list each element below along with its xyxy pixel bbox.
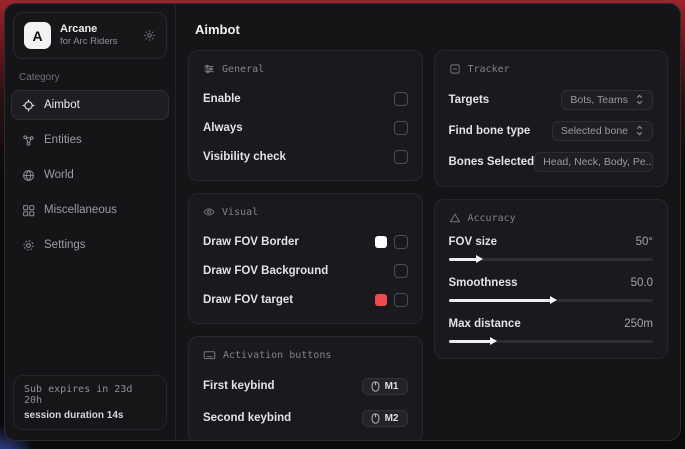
fov-target-color-swatch[interactable] [375, 294, 387, 306]
smoothness-value: 50.0 [631, 277, 653, 289]
sidebar-item-settings[interactable]: Settings [11, 230, 169, 260]
sidebar-item-entities[interactable]: Entities [11, 125, 169, 155]
globe-icon [22, 169, 35, 182]
slider-thumb[interactable] [476, 255, 483, 263]
triangle-icon [449, 212, 461, 224]
sidebar-nav: Aimbot Entities World [5, 90, 175, 260]
entities-icon [22, 134, 35, 147]
tracker-icon [449, 63, 461, 75]
keybind-row: First keybind M1 [203, 373, 408, 399]
dropdown-row: Bones Selected Head, Neck, Body, Pe.. [449, 149, 654, 174]
smoothness-slider[interactable] [449, 296, 654, 305]
brand-card: A Arcane for Arc Riders [13, 12, 167, 59]
second-keybind-button[interactable]: M2 [362, 410, 408, 427]
category-label: Category [19, 72, 161, 83]
card-title: Visual [222, 207, 258, 218]
sort-chevrons-icon [635, 125, 644, 136]
card-title: General [222, 64, 264, 75]
mouse-icon [371, 381, 380, 392]
grid-icon [22, 204, 35, 217]
card-title: Tracker [468, 64, 510, 75]
keyboard-icon [203, 349, 216, 361]
bones-selected-dropdown[interactable]: Head, Neck, Body, Pe.. [534, 152, 653, 172]
activation-card: Activation buttons First keybind M1 [188, 336, 423, 440]
general-card: General Enable Always Visibility check [188, 50, 423, 181]
app-window: A Arcane for Arc Riders Category [4, 3, 681, 441]
sidebar-item-label: Miscellaneous [44, 204, 117, 216]
visual-card: Visual Draw FOV Border Draw FOV Backgrou… [188, 193, 423, 324]
targets-dropdown[interactable]: Bots, Teams [561, 90, 653, 110]
dropdown-row: Find bone type Selected bone [449, 118, 654, 143]
find-bone-type-dropdown[interactable]: Selected bone [552, 121, 653, 141]
app-subtitle: for Arc Riders [60, 36, 134, 48]
setting-row: Enable [203, 87, 408, 110]
crosshair-icon [22, 99, 35, 112]
enable-checkbox[interactable] [394, 92, 408, 106]
sidebar-item-label: Aimbot [44, 99, 80, 111]
max-distance-slider[interactable] [449, 337, 654, 346]
sliders-icon [203, 63, 215, 75]
sub-expires-text: Sub expires in 23d 20h [24, 384, 156, 406]
card-title: Accuracy [468, 213, 516, 224]
sort-chevrons-icon [635, 94, 644, 105]
setting-row: Draw FOV Background [203, 259, 408, 282]
sidebar-item-label: World [44, 169, 74, 181]
slider-row: FOV size 50° [449, 236, 654, 264]
page-title: Aimbot [195, 22, 668, 37]
app-name: Arcane [60, 23, 134, 37]
keybind-row: Second keybind M2 [203, 405, 408, 431]
main-panel: Aimbot General [176, 4, 680, 440]
subscription-card: Sub expires in 23d 20h session duration … [13, 375, 167, 430]
fov-border-checkbox[interactable] [394, 235, 408, 249]
setting-row: Always [203, 116, 408, 139]
slider-row: Max distance 250m [449, 318, 654, 346]
accuracy-card: Accuracy FOV size 50° Smoothness [434, 199, 669, 359]
fov-size-slider[interactable] [449, 255, 654, 264]
sidebar-item-world[interactable]: World [11, 160, 169, 190]
settings-gear-icon [22, 239, 35, 252]
setting-row: Visibility check [203, 145, 408, 168]
sidebar: A Arcane for Arc Riders Category [5, 4, 176, 440]
setting-row: Draw FOV target [203, 288, 408, 311]
visibility-check-checkbox[interactable] [394, 150, 408, 164]
gear-icon[interactable] [143, 29, 156, 42]
sidebar-item-aimbot[interactable]: Aimbot [11, 90, 169, 120]
slider-thumb[interactable] [490, 337, 497, 345]
tracker-card: Tracker Targets Bots, Teams [434, 50, 669, 187]
card-title: Activation buttons [223, 350, 331, 361]
first-keybind-button[interactable]: M1 [362, 378, 408, 395]
app-logo: A [24, 22, 51, 49]
fov-target-checkbox[interactable] [394, 293, 408, 307]
fov-background-checkbox[interactable] [394, 264, 408, 278]
dropdown-row: Targets Bots, Teams [449, 87, 654, 112]
session-duration-text: session duration 14s [24, 410, 156, 421]
slider-row: Smoothness 50.0 [449, 277, 654, 305]
sidebar-item-miscellaneous[interactable]: Miscellaneous [11, 195, 169, 225]
fov-size-value: 50° [636, 236, 653, 248]
sidebar-item-label: Settings [44, 239, 86, 251]
always-checkbox[interactable] [394, 121, 408, 135]
sidebar-item-label: Entities [44, 134, 82, 146]
setting-row: Draw FOV Border [203, 230, 408, 253]
max-distance-value: 250m [624, 318, 653, 330]
fov-border-color-swatch[interactable] [375, 236, 387, 248]
mouse-icon [371, 413, 380, 424]
eye-icon [203, 206, 215, 218]
slider-thumb[interactable] [550, 296, 557, 304]
